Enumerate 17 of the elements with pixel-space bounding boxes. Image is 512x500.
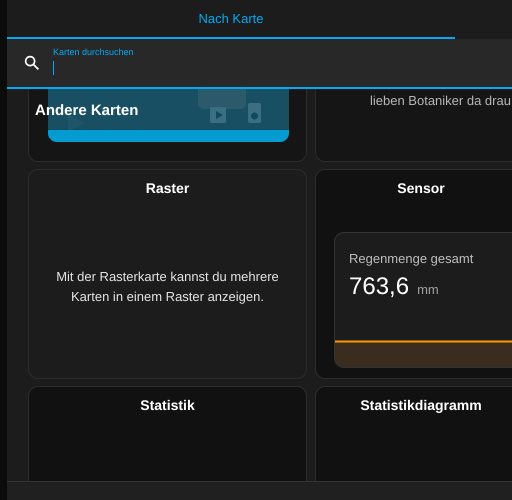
card[interactable]: lieben Botaniker da drau [315, 89, 512, 162]
card-title: Sensor [397, 180, 445, 196]
card[interactable]: Sensor Regenmenge gesamt 763,6 mm [315, 169, 512, 379]
sensor-value: 763,6 [349, 273, 410, 301]
card-description: Mit der Rasterkarte kannst du mehrere Karten in einem Raster anzeigen. [55, 268, 280, 306]
card[interactable]: Andere Karten [28, 89, 307, 162]
card[interactable]: Statistik [28, 386, 307, 481]
card[interactable]: Raster Mit der Rasterkarte kannst du mehrere Karten in einem Raster anzeigen. [28, 169, 307, 379]
sensor-name: Regenmenge gesamt [349, 251, 474, 266]
search-icon [23, 54, 41, 72]
card-title: Statistik [140, 397, 195, 413]
section-heading: Andere Karten [35, 102, 138, 119]
card-description: lieben Botaniker da drau [370, 93, 511, 108]
card-title: Statistikdiagramm [360, 397, 482, 413]
sensor-unit: mm [417, 282, 439, 297]
card[interactable]: Statistikdiagramm [315, 386, 512, 481]
card-title: Raster [146, 180, 190, 196]
